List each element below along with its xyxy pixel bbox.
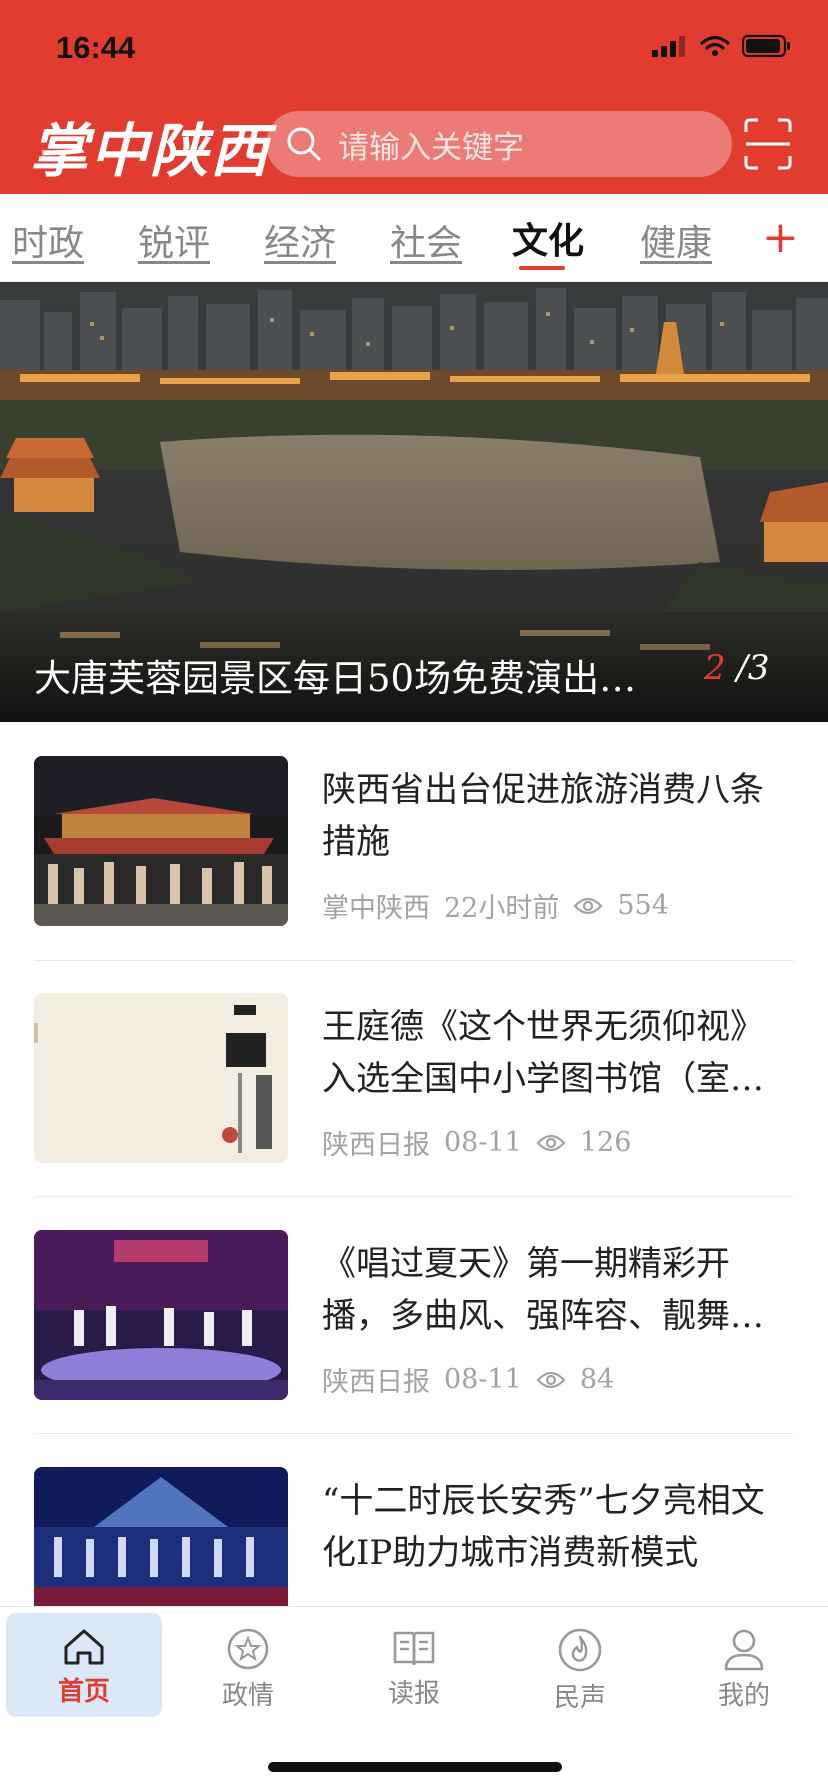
book-icon bbox=[393, 1631, 435, 1666]
flame-icon bbox=[558, 1628, 602, 1672]
hero-banner[interactable]: 大唐芙蓉园景区每日50场免费演出… 2 /3 bbox=[0, 282, 828, 722]
hero-title: 大唐芙蓉园景区每日50场免费演出… bbox=[34, 657, 637, 700]
divider bbox=[34, 1196, 794, 1197]
tab-jiankang[interactable]: 健康 bbox=[640, 214, 712, 266]
eye-icon bbox=[536, 1134, 566, 1151]
tab-zhengqing[interactable]: 政情 bbox=[170, 1613, 326, 1717]
news-views: 84 bbox=[579, 1364, 615, 1395]
tab-active-indicator bbox=[519, 266, 565, 270]
news-meta: 陕西日报 08-11 84 bbox=[322, 1360, 614, 1399]
news-title: 《唱过夏天》第一期精彩开播，多曲风、强阵容、靓舞… bbox=[322, 1244, 764, 1336]
tab-mine-label: 我的 bbox=[717, 1681, 770, 1711]
signal-icon bbox=[652, 36, 685, 57]
wifi-icon bbox=[700, 35, 730, 56]
search-icon bbox=[287, 127, 321, 161]
tab-minsheng-label: 民声 bbox=[553, 1683, 606, 1713]
tab-shizheng[interactable]: 时政 bbox=[12, 214, 84, 266]
tab-minsheng[interactable]: 民声 bbox=[502, 1613, 658, 1717]
list-item[interactable]: 陕西省出台促进旅游消费八条措施 掌中陕西 22小时前 554 bbox=[34, 756, 794, 994]
news-title: 王庭德《这个世界无须仰视》入选全国中小学图书馆（室… bbox=[322, 1007, 764, 1099]
news-thumbnail bbox=[34, 756, 288, 926]
news-time: 22小时前 bbox=[444, 893, 560, 924]
status-icons bbox=[652, 34, 792, 58]
tab-wenhua[interactable]: 文化 bbox=[512, 212, 584, 264]
news-source: 陕西日报 bbox=[322, 1130, 430, 1161]
tab-ruiping[interactable]: 锐评 bbox=[138, 214, 210, 266]
divider bbox=[34, 960, 794, 961]
news-thumbnail bbox=[34, 1230, 288, 1400]
search-input[interactable]: 请输入关键字 bbox=[266, 111, 732, 177]
tab-mine[interactable]: 我的 bbox=[666, 1613, 822, 1717]
app-header: 16:44 掌中陕西 请输入关键字 bbox=[0, 0, 828, 194]
status-time: 16:44 bbox=[56, 30, 136, 65]
news-source: 陕西日报 bbox=[322, 1367, 430, 1398]
news-meta: 掌中陕西 22小时前 554 bbox=[322, 886, 669, 925]
tab-home-label: 首页 bbox=[57, 1677, 110, 1707]
news-meta: 陕西日报 08-11 126 bbox=[322, 1123, 631, 1162]
app-logo: 掌中陕西 bbox=[30, 117, 271, 185]
home-indicator bbox=[268, 1762, 562, 1772]
search-placeholder: 请输入关键字 bbox=[338, 129, 524, 166]
home-icon bbox=[64, 1629, 104, 1665]
tab-dubao-label: 读报 bbox=[387, 1679, 440, 1709]
news-time: 08-11 bbox=[444, 1127, 522, 1158]
hero-pagination: 2 /3 bbox=[704, 648, 770, 688]
news-time: 08-11 bbox=[444, 1364, 522, 1395]
user-icon bbox=[724, 1629, 764, 1671]
battery-icon bbox=[742, 34, 790, 58]
tab-dubao[interactable]: 读报 bbox=[336, 1613, 492, 1717]
divider bbox=[34, 1433, 794, 1434]
eye-icon bbox=[573, 897, 603, 914]
scan-icon[interactable] bbox=[744, 118, 792, 170]
news-views: 126 bbox=[579, 1127, 632, 1158]
news-thumbnail bbox=[34, 1467, 288, 1606]
tab-home[interactable]: 首页 bbox=[6, 1613, 162, 1717]
news-source: 掌中陕西 bbox=[322, 893, 430, 924]
list-item[interactable]: “十二时辰长安秀”七夕亮相文化IP助力城市消费新模式 bbox=[34, 1467, 794, 1606]
hero-current-page: 2 bbox=[704, 648, 726, 688]
news-title: “十二时辰长安秀”七夕亮相文化IP助力城市消费新模式 bbox=[322, 1481, 765, 1573]
star-badge-icon bbox=[227, 1628, 269, 1670]
news-title: 陕西省出台促进旅游消费八条措施 bbox=[322, 770, 764, 862]
tab-jingji[interactable]: 经济 bbox=[264, 214, 336, 266]
news-views: 554 bbox=[617, 890, 669, 921]
eye-icon bbox=[536, 1371, 566, 1388]
add-tab-button[interactable]: + bbox=[762, 212, 799, 263]
news-thumbnail bbox=[34, 993, 288, 1163]
tab-zhengqing-label: 政情 bbox=[221, 1681, 274, 1711]
tab-shehui[interactable]: 社会 bbox=[390, 214, 462, 266]
hero-total-pages: /3 bbox=[736, 648, 770, 688]
